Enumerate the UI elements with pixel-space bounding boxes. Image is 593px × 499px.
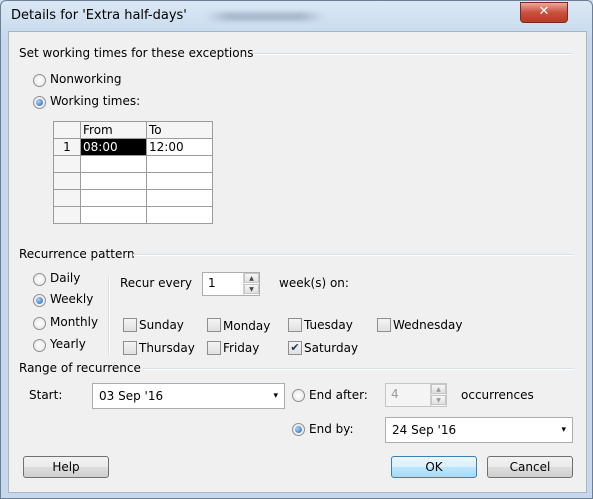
- row-number-header: [53, 121, 81, 139]
- spin-buttons: ▲ ▼: [243, 273, 259, 295]
- table-row: [53, 189, 213, 207]
- from-cell[interactable]: [80, 206, 147, 224]
- nonworking-radio[interactable]: [33, 74, 46, 87]
- wednesday-label[interactable]: Wednesday: [393, 318, 462, 332]
- occurrences-label: occurrences: [461, 388, 534, 402]
- row-number: [53, 155, 81, 173]
- group-divider: [253, 53, 573, 55]
- end-by-date-dropdown[interactable]: 24 Sep '16 ▾: [385, 417, 573, 443]
- to-cell[interactable]: [146, 155, 213, 173]
- row-number: [53, 172, 81, 190]
- end-by-radio[interactable]: [292, 423, 305, 436]
- from-cell[interactable]: [80, 189, 147, 207]
- monday-label[interactable]: Monday: [223, 319, 270, 333]
- table-row: [53, 155, 213, 173]
- nonworking-label[interactable]: Nonworking: [50, 72, 122, 86]
- group-divider: [143, 368, 573, 370]
- saturday-checkbox[interactable]: ✔: [288, 341, 302, 355]
- table-row: 1 08:00 12:00: [53, 138, 213, 156]
- close-icon: ✕: [538, 4, 550, 19]
- table-row: [53, 172, 213, 190]
- yearly-radio[interactable]: [33, 339, 46, 352]
- from-column-header: From: [80, 121, 147, 139]
- close-button[interactable]: ✕: [520, 2, 568, 23]
- working-times-table: From To 1 08:00 12:00: [53, 121, 213, 224]
- spin-up-icon[interactable]: ▲: [431, 384, 446, 394]
- yearly-label[interactable]: Yearly: [50, 337, 86, 351]
- friday-label[interactable]: Friday: [223, 341, 259, 355]
- table-header-row: From To: [53, 121, 213, 139]
- weeks-on-label: week(s) on:: [279, 276, 349, 290]
- help-button[interactable]: Help: [23, 456, 109, 478]
- recur-every-stepper[interactable]: 1 ▲ ▼: [202, 272, 260, 296]
- to-cell[interactable]: [146, 189, 213, 207]
- daily-label[interactable]: Daily: [50, 271, 80, 285]
- end-after-label[interactable]: End after:: [309, 388, 368, 402]
- row-number: 1: [53, 138, 81, 156]
- end-after-value: 4: [391, 387, 399, 401]
- chevron-down-icon: ▾: [273, 391, 278, 401]
- range-group-title: Range of recurrence: [19, 361, 141, 375]
- working-times-label[interactable]: Working times:: [50, 94, 140, 108]
- monthly-label[interactable]: Monthly: [50, 315, 98, 329]
- window-title: Details for 'Extra half-days': [11, 8, 187, 23]
- group-divider: [133, 254, 573, 256]
- spin-down-icon[interactable]: ▼: [244, 284, 259, 294]
- ok-button[interactable]: OK: [391, 456, 477, 478]
- weekly-label[interactable]: Weekly: [50, 292, 93, 306]
- friday-checkbox[interactable]: [207, 341, 221, 355]
- thursday-label[interactable]: Thursday: [139, 341, 195, 355]
- recur-every-label: Recur every: [120, 276, 193, 290]
- to-column-header: To: [146, 121, 213, 139]
- wednesday-checkbox[interactable]: [377, 318, 391, 332]
- start-label: Start:: [29, 388, 63, 402]
- spin-buttons: ▲ ▼: [430, 384, 446, 406]
- dialog-body: Set working times for these exceptions N…: [8, 31, 587, 493]
- blurred-title-region: [205, 12, 325, 21]
- saturday-label[interactable]: Saturday: [304, 341, 358, 355]
- weekly-radio[interactable]: [33, 294, 46, 307]
- cancel-button[interactable]: Cancel: [487, 456, 573, 478]
- to-cell[interactable]: 12:00: [146, 138, 213, 156]
- title-bar[interactable]: Details for 'Extra half-days' ✕: [1, 1, 592, 31]
- start-date-value: 03 Sep '16: [99, 389, 164, 403]
- end-by-label[interactable]: End by:: [309, 422, 354, 436]
- end-by-date-value: 24 Sep '16: [392, 423, 457, 437]
- end-after-radio[interactable]: [292, 389, 305, 402]
- monthly-radio[interactable]: [33, 317, 46, 330]
- sunday-label[interactable]: Sunday: [139, 318, 184, 332]
- from-cell[interactable]: 08:00: [80, 138, 147, 156]
- working-times-radio[interactable]: [33, 96, 46, 109]
- monday-checkbox[interactable]: [207, 318, 221, 332]
- recurrence-group-title: Recurrence pattern: [19, 247, 135, 261]
- thursday-checkbox[interactable]: [123, 341, 137, 355]
- spin-up-icon[interactable]: ▲: [244, 273, 259, 283]
- recurrence-separator: [108, 277, 110, 355]
- checkmark-icon: ✔: [290, 341, 300, 354]
- to-cell[interactable]: [146, 206, 213, 224]
- sunday-checkbox[interactable]: [123, 318, 137, 332]
- start-date-dropdown[interactable]: 03 Sep '16 ▾: [92, 383, 285, 409]
- exceptions-group-title: Set working times for these exceptions: [19, 46, 254, 60]
- dialog-window: Details for 'Extra half-days' ✕ Set work…: [0, 0, 593, 499]
- to-cell[interactable]: [146, 172, 213, 190]
- spin-down-icon[interactable]: ▼: [431, 395, 446, 405]
- end-after-stepper[interactable]: 4 ▲ ▼: [385, 383, 447, 407]
- chevron-down-icon: ▾: [561, 425, 566, 435]
- from-cell[interactable]: [80, 172, 147, 190]
- from-cell[interactable]: [80, 155, 147, 173]
- row-number: [53, 206, 81, 224]
- tuesday-checkbox[interactable]: [288, 318, 302, 332]
- tuesday-label[interactable]: Tuesday: [304, 318, 353, 332]
- recur-every-value: 1: [208, 276, 216, 290]
- row-number: [53, 189, 81, 207]
- daily-radio[interactable]: [33, 273, 46, 286]
- table-row: [53, 206, 213, 224]
